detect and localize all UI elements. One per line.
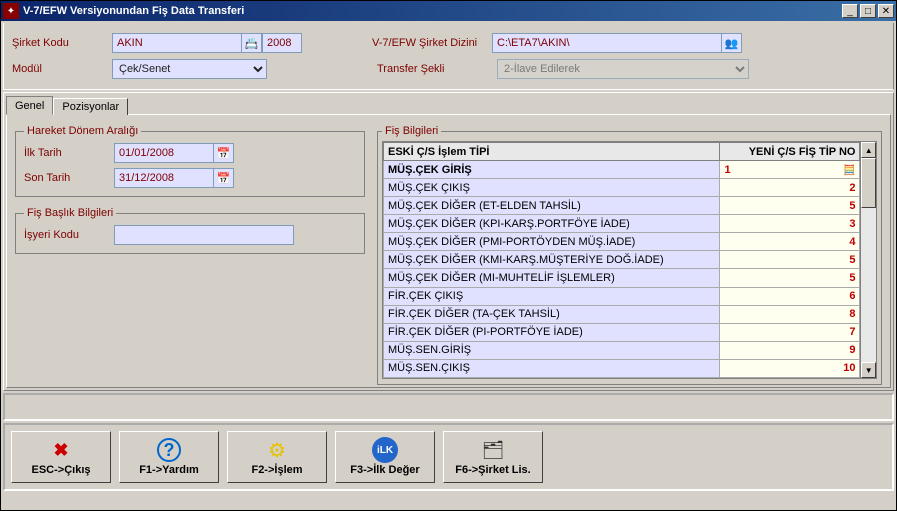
scroll-up-icon[interactable]: ▲ <box>861 142 876 158</box>
table-row[interactable]: MÜŞ.ÇEK DİĞER (KPI-KARŞ.PORTFÖYE İADE)3 <box>384 215 860 233</box>
sirket-kodu-lookup-icon[interactable]: 📇 <box>242 33 262 53</box>
scroll-down-icon[interactable]: ▼ <box>861 362 876 378</box>
esc-label: ESC->Çıkış <box>32 464 91 476</box>
cell-fis-tip-no[interactable]: 10 <box>720 359 860 377</box>
cell-fis-tip-no[interactable]: 4 <box>720 233 860 251</box>
maximize-button[interactable]: □ <box>860 4 876 18</box>
isyeri-kodu-input[interactable] <box>114 225 294 245</box>
cell-fis-tip-no[interactable]: 3 <box>720 215 860 233</box>
top-form: Şirket Kodu 📇 V-7/EFW Şirket Dizini 👥 Mo… <box>3 23 894 90</box>
modul-select[interactable]: Çek/Senet <box>112 59 267 79</box>
cell-islem-tipi[interactable]: FİR.ÇEK ÇIKIŞ <box>384 287 720 305</box>
tab-container: Genel Pozisyonlar Hareket Dönem Aralığı … <box>3 92 894 391</box>
titlebar: ✦ V-7/EFW Versiyonundan Fiş Data Transfe… <box>1 1 896 21</box>
minimize-button[interactable]: _ <box>842 4 858 18</box>
cell-fis-tip-no[interactable]: 5 <box>720 251 860 269</box>
cell-fis-tip-no[interactable]: 5 <box>720 197 860 215</box>
col-yeni-fis-tip-no[interactable]: YENİ Ç/S FİŞ TİP NO <box>720 143 860 161</box>
close-button[interactable]: ✕ <box>878 4 894 18</box>
table-row[interactable]: MÜŞ.ÇEK DİĞER (ET-ELDEN TAHSİL)5 <box>384 197 860 215</box>
cell-islem-tipi[interactable]: MÜŞ.ÇEK DİĞER (PMI-PORTÖYDEN MÜŞ.İADE) <box>384 233 720 251</box>
fis-bilgileri-fieldset: Fiş Bilgileri ESKİ Ç/S İşlem TİPİ YENİ Ç… <box>377 125 882 385</box>
f3-ilk-deger-button[interactable]: iLK F3->İlk Değer <box>335 431 435 483</box>
list-icon: 🗂 <box>482 440 505 461</box>
cell-fis-tip-no[interactable]: 2 <box>720 179 860 197</box>
ilk-tarih-label: İlk Tarih <box>24 147 114 159</box>
son-tarih-label: Son Tarih <box>24 172 114 184</box>
cell-islem-tipi[interactable]: MÜŞ.ÇEK DİĞER (KMI-KARŞ.MÜŞTERİYE DOĞ.İA… <box>384 251 720 269</box>
cell-islem-tipi[interactable]: MÜŞ.SEN.GİRİŞ <box>384 341 720 359</box>
table-row[interactable]: MÜŞ.SEN.GİRİŞ9 <box>384 341 860 359</box>
cell-islem-tipi[interactable]: FİR.ÇEK DİĞER (TA-ÇEK TAHSİL) <box>384 305 720 323</box>
spacer-bar <box>3 393 894 421</box>
cell-fis-tip-no[interactable]: 8 <box>720 305 860 323</box>
hareket-donem-fieldset: Hareket Dönem Aralığı İlk Tarih 📅 Son Ta… <box>15 125 365 197</box>
transfer-sekli-select[interactable]: 2-İlave Edilerek <box>497 59 749 79</box>
son-tarih-input[interactable] <box>114 168 214 188</box>
table-row[interactable]: MÜŞ.SEN.ÇIKIŞ10 <box>384 359 860 377</box>
help-icon: ? <box>157 438 181 462</box>
fis-bilgileri-legend: Fiş Bilgileri <box>382 125 441 137</box>
son-tarih-calendar-icon[interactable]: 📅 <box>214 168 234 188</box>
cell-islem-tipi[interactable]: MÜŞ.ÇEK GİRİŞ <box>384 161 720 179</box>
sirket-dizini-browse-icon[interactable]: 👥 <box>722 33 742 53</box>
cell-islem-tipi[interactable]: MÜŞ.ÇEK DİĞER (KPI-KARŞ.PORTFÖYE İADE) <box>384 215 720 233</box>
f2-label: F2->İşlem <box>251 464 302 476</box>
cell-islem-tipi[interactable]: MÜŞ.ÇEK DİĞER (ET-ELDEN TAHSİL) <box>384 197 720 215</box>
table-row[interactable]: MÜŞ.ÇEK GİRİŞ1🧮 <box>384 161 860 179</box>
esc-cikis-button[interactable]: ✖ ESC->Çıkış <box>11 431 111 483</box>
f1-label: F1->Yardım <box>139 464 199 476</box>
grid-scrollbar[interactable]: ▲ ▼ <box>860 142 876 378</box>
cell-fis-tip-no[interactable]: 7 <box>720 323 860 341</box>
ilk-tarih-input[interactable] <box>114 143 214 163</box>
f6-label: F6->Şirket Lis. <box>455 464 531 476</box>
f2-islem-button[interactable]: ⚙ F2->İşlem <box>227 431 327 483</box>
transfer-sekli-label: Transfer Şekli <box>377 63 497 75</box>
scroll-thumb[interactable] <box>861 158 876 208</box>
cell-fis-tip-no[interactable]: 5 <box>720 269 860 287</box>
ilk-tarih-calendar-icon[interactable]: 📅 <box>214 143 234 163</box>
f1-yardim-button[interactable]: ? F1->Yardım <box>119 431 219 483</box>
fis-bilgileri-grid[interactable]: ESKİ Ç/S İşlem TİPİ YENİ Ç/S FİŞ TİP NO … <box>383 142 860 378</box>
app-icon: ✦ <box>3 3 19 19</box>
close-x-icon: ✖ <box>53 440 68 461</box>
tab-genel[interactable]: Genel <box>6 96 53 115</box>
hareket-donem-legend: Hareket Dönem Aralığı <box>24 125 141 137</box>
cell-calc-icon[interactable]: 🧮 <box>843 165 855 176</box>
f6-sirket-lis-button[interactable]: 🗂 F6->Şirket Lis. <box>443 431 543 483</box>
f3-label: F3->İlk Değer <box>350 464 419 476</box>
cell-fis-tip-no[interactable]: 1🧮 <box>720 161 860 179</box>
table-row[interactable]: MÜŞ.ÇEK DİĞER (MI-MUHTELİF İŞLEMLER)5 <box>384 269 860 287</box>
table-row[interactable]: MÜŞ.ÇEK DİĞER (PMI-PORTÖYDEN MÜŞ.İADE)4 <box>384 233 860 251</box>
table-row[interactable]: MÜŞ.ÇEK ÇIKIŞ2 <box>384 179 860 197</box>
gear-icon: ⚙ <box>268 438 286 463</box>
cell-islem-tipi[interactable]: MÜŞ.SEN.ÇIKIŞ <box>384 359 720 377</box>
cell-islem-tipi[interactable]: MÜŞ.ÇEK DİĞER (MI-MUHTELİF İŞLEMLER) <box>384 269 720 287</box>
modul-label: Modül <box>12 63 112 75</box>
cell-fis-tip-no[interactable]: 9 <box>720 341 860 359</box>
cell-fis-tip-no[interactable]: 6 <box>720 287 860 305</box>
sirket-dizini-label: V-7/EFW Şirket Dizini <box>372 37 492 49</box>
isyeri-kodu-label: İşyeri Kodu <box>24 229 114 241</box>
sirket-kodu-label: Şirket Kodu <box>12 37 112 49</box>
ilk-icon: iLK <box>372 437 398 463</box>
table-row[interactable]: FİR.ÇEK DİĞER (PI-PORTFÖYE İADE)7 <box>384 323 860 341</box>
col-eski-islem-tipi[interactable]: ESKİ Ç/S İşlem TİPİ <box>384 143 720 161</box>
sirket-yil-input[interactable] <box>262 33 302 53</box>
cell-islem-tipi[interactable]: MÜŞ.ÇEK ÇIKIŞ <box>384 179 720 197</box>
button-bar: ✖ ESC->Çıkış ? F1->Yardım ⚙ F2->İşlem iL… <box>3 423 894 491</box>
table-row[interactable]: MÜŞ.ÇEK DİĞER (KMI-KARŞ.MÜŞTERİYE DOĞ.İA… <box>384 251 860 269</box>
fis-baslik-legend: Fiş Başlık Bilgileri <box>24 207 116 219</box>
table-row[interactable]: FİR.ÇEK DİĞER (TA-ÇEK TAHSİL)8 <box>384 305 860 323</box>
fis-baslik-fieldset: Fiş Başlık Bilgileri İşyeri Kodu <box>15 207 365 254</box>
tab-pozisyonlar[interactable]: Pozisyonlar <box>53 98 128 115</box>
table-row[interactable]: FİR.ÇEK ÇIKIŞ6 <box>384 287 860 305</box>
window-title: V-7/EFW Versiyonundan Fiş Data Transferi <box>23 5 840 17</box>
cell-islem-tipi[interactable]: FİR.ÇEK DİĞER (PI-PORTFÖYE İADE) <box>384 323 720 341</box>
sirket-kodu-input[interactable] <box>112 33 242 53</box>
sirket-dizini-input[interactable] <box>492 33 722 53</box>
